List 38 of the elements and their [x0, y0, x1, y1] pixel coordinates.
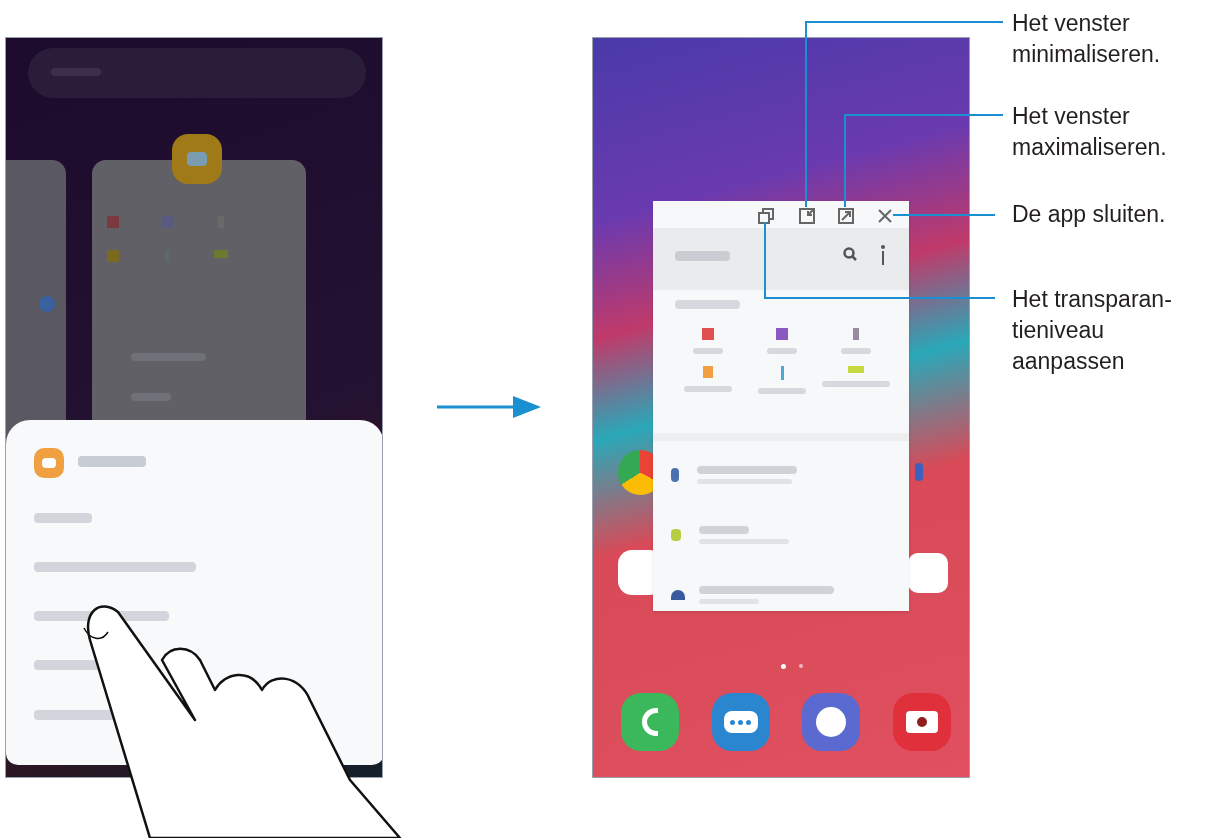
page-indicator	[799, 664, 803, 668]
callout-text: De app sluiten.	[1012, 200, 1166, 229]
callout-text: Het venster maximaliseren.	[1012, 102, 1167, 162]
cloud-icon[interactable]	[671, 590, 685, 600]
app-icon	[34, 448, 64, 478]
minimize-icon[interactable]	[799, 208, 815, 224]
callout-text: Het transparan- tieniveau aanpassen	[1012, 285, 1172, 376]
more-options-icon[interactable]	[881, 245, 885, 265]
page-indicator	[781, 664, 786, 669]
messages-icon[interactable]	[711, 693, 770, 751]
transparency-icon[interactable]	[758, 208, 774, 224]
phone-icon[interactable]	[621, 693, 679, 751]
category-icon	[214, 250, 228, 258]
blurred-text	[684, 386, 732, 392]
download-icon[interactable]	[780, 366, 784, 380]
close-icon[interactable]	[878, 209, 892, 223]
category-icon	[107, 216, 119, 228]
blurred-text	[675, 300, 740, 309]
microphone-icon	[915, 463, 923, 481]
internet-icon[interactable]	[802, 693, 861, 751]
app-icon	[908, 553, 948, 593]
blurred-text	[34, 513, 92, 523]
blurred-text	[767, 348, 797, 354]
blurred-text	[675, 251, 730, 261]
category-icon	[161, 216, 173, 228]
blurred-text	[693, 348, 723, 354]
maximize-icon[interactable]	[838, 208, 854, 224]
blurred-text	[758, 388, 806, 394]
blurred-text	[78, 456, 146, 467]
callout-text: Het venster minimaliseren.	[1012, 9, 1161, 69]
search-icon[interactable]	[843, 247, 857, 261]
blurred-text	[822, 381, 890, 387]
app-icon	[172, 134, 222, 184]
blurred-text	[841, 348, 871, 354]
blurred-text	[699, 526, 749, 534]
camera-icon[interactable]	[892, 693, 951, 751]
category-icon	[107, 250, 119, 262]
phone-storage-icon[interactable]	[671, 468, 679, 482]
